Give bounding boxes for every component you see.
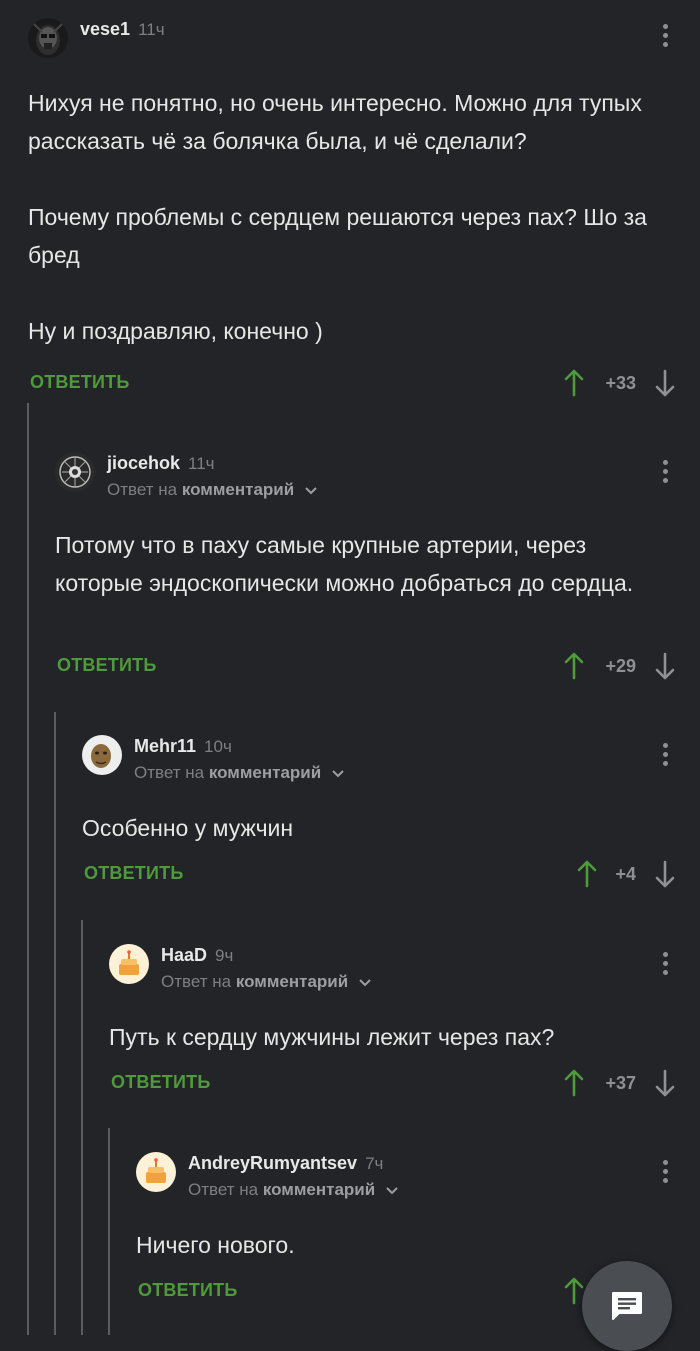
reply-to-link[interactable]: Ответ на комментарий [134, 763, 344, 783]
comment-fab-button[interactable] [582, 1261, 672, 1351]
reply-to-prefix: Ответ на [188, 1180, 259, 1199]
vote-score: +33 [605, 373, 636, 393]
reply-to-target[interactable]: комментарий [263, 1180, 375, 1199]
more-options-icon[interactable] [655, 743, 675, 771]
comment: vese1 11ч Нихуя не понятно, но очень инте… [28, 18, 700, 408]
more-options-icon[interactable] [655, 1160, 675, 1188]
comment-text: Нихуя не понятно, но очень интересно. Мо… [28, 90, 647, 344]
vote-controls: +4 [577, 860, 687, 890]
downvote-arrow-icon[interactable] [655, 652, 675, 680]
thread-line-level-1 [27, 403, 29, 1335]
username-text[interactable]: HaaD [161, 945, 207, 965]
reply-to-target[interactable]: комментарий [236, 972, 348, 991]
thread-line-level-4 [108, 1128, 110, 1335]
username-text[interactable]: vese1 [80, 19, 130, 39]
default-cake-avatar-icon [136, 1152, 176, 1192]
reply-button[interactable]: ОТВЕТИТЬ [138, 1280, 237, 1301]
username[interactable]: vese1 11ч [80, 19, 165, 40]
face-avatar-icon [82, 735, 122, 775]
username[interactable]: jiocehok 11ч [107, 453, 215, 474]
avatar[interactable] [82, 735, 122, 775]
comment-time: 11ч [188, 454, 215, 473]
thread-line-level-2 [54, 712, 56, 1335]
comment: HaaD 9ч Ответ на комментарий Путь к сердц… [109, 944, 700, 1114]
comment: jiocehok 11ч Ответ на комментарий Потому … [55, 452, 700, 692]
chevron-down-icon[interactable] [359, 978, 371, 987]
avatar[interactable] [28, 18, 68, 58]
skull-mask-avatar-icon [28, 18, 68, 58]
username[interactable]: AndreyRumyantsev 7ч [188, 1153, 383, 1174]
default-cake-avatar-icon [109, 944, 149, 984]
vote-controls: +33 [564, 369, 684, 399]
thread-line-level-3 [81, 920, 83, 1335]
username-text[interactable]: Mehr11 [134, 736, 196, 756]
emblem-avatar-icon [55, 452, 95, 492]
more-options-icon[interactable] [655, 24, 675, 52]
reply-to-target[interactable]: комментарий [209, 763, 321, 782]
reply-to-target[interactable]: комментарий [182, 480, 294, 499]
comment-text: Путь к сердцу мужчины лежит через пах? [109, 1024, 555, 1050]
chevron-down-icon[interactable] [332, 769, 344, 778]
vote-controls: +29 [564, 652, 684, 682]
reply-button[interactable]: ОТВЕТИТЬ [111, 1072, 210, 1093]
downvote-arrow-icon[interactable] [655, 860, 675, 888]
username[interactable]: Mehr11 10ч [134, 736, 232, 757]
reply-to-prefix: Ответ на [134, 763, 205, 782]
comment-text: Потому что в паху самые крупные артерии,… [55, 532, 634, 596]
reply-button[interactable]: ОТВЕТИТЬ [84, 863, 183, 884]
reply-to-prefix: Ответ на [107, 480, 178, 499]
chevron-down-icon[interactable] [386, 1186, 398, 1195]
comment-time: 11ч [138, 20, 165, 39]
reply-to-link[interactable]: Ответ на комментарий [107, 480, 317, 500]
avatar[interactable] [136, 1152, 176, 1192]
username-text[interactable]: jiocehok [107, 453, 180, 473]
reply-button[interactable]: ОТВЕТИТЬ [57, 655, 156, 676]
comment-time: 9ч [215, 946, 234, 965]
more-options-icon[interactable] [655, 952, 675, 980]
comment-icon [612, 1292, 642, 1320]
downvote-arrow-icon[interactable] [655, 1069, 675, 1097]
username[interactable]: HaaD 9ч [161, 945, 233, 966]
vote-score: +29 [605, 656, 636, 676]
reply-to-link[interactable]: Ответ на комментарий [161, 972, 371, 992]
comment-time: 10ч [204, 737, 232, 756]
avatar[interactable] [109, 944, 149, 984]
downvote-arrow-icon[interactable] [655, 369, 675, 397]
comment-time: 7ч [365, 1154, 384, 1173]
chevron-down-icon[interactable] [305, 486, 317, 495]
vote-score: +37 [605, 1073, 636, 1093]
comment-text: Особенно у мужчин [82, 815, 294, 841]
reply-button[interactable]: ОТВЕТИТЬ [30, 372, 129, 393]
more-options-icon[interactable] [655, 460, 675, 488]
vote-controls: +37 [564, 1069, 684, 1099]
reply-to-link[interactable]: Ответ на комментарий [188, 1180, 398, 1200]
avatar[interactable] [55, 452, 95, 492]
username-text[interactable]: AndreyRumyantsev [188, 1153, 357, 1173]
vote-score: +4 [615, 864, 636, 884]
comment-text: Ничего нового. [136, 1232, 295, 1258]
upvote-arrow-icon[interactable] [564, 1277, 584, 1305]
reply-to-prefix: Ответ на [161, 972, 232, 991]
comment: Mehr11 10ч Ответ на комментарий Особенно … [82, 735, 700, 905]
